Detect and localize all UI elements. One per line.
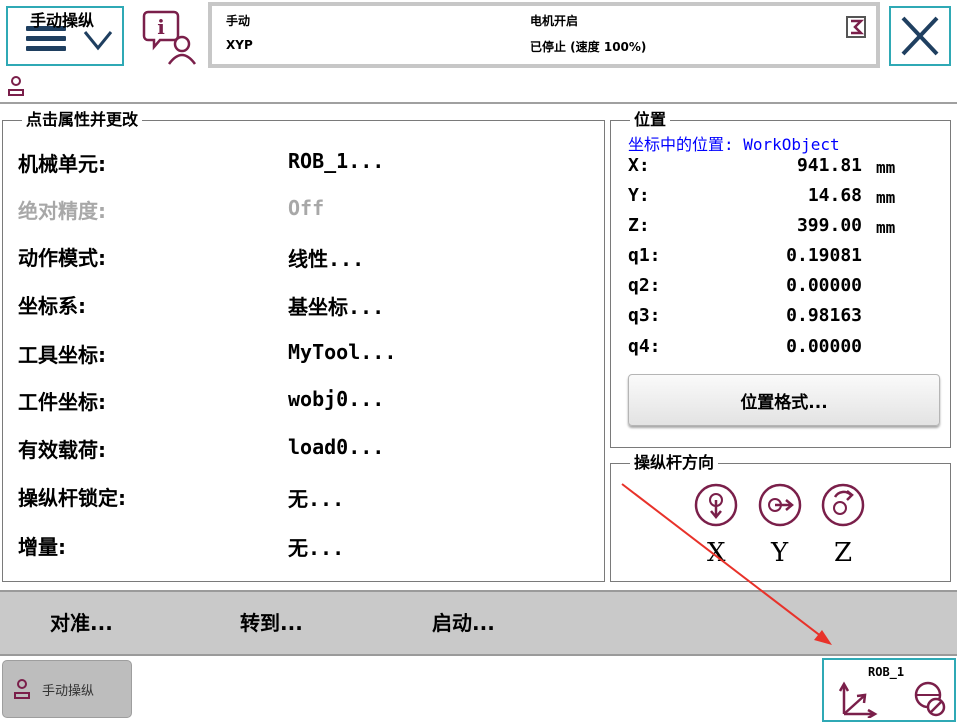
property-label: 绝对精度: — [18, 199, 106, 223]
page-title: 手动操纵 — [30, 11, 95, 30]
property-label: 增量: — [18, 535, 66, 559]
axis-label-z: Z — [834, 538, 853, 568]
status-station: XYP — [226, 38, 253, 52]
position-group-label: 位置 — [630, 111, 671, 129]
position-value: 0.19081 — [786, 245, 862, 266]
position-label: q4: — [628, 336, 661, 357]
property-value: 无... — [288, 487, 345, 511]
info-user-icon[interactable]: i — [142, 6, 202, 66]
start-button[interactable]: 启动... — [432, 607, 495, 636]
property-value: Off — [288, 196, 325, 220]
property-label: 工件坐标: — [18, 390, 106, 414]
motor-status-icon — [846, 16, 866, 38]
property-label: 操纵杆锁定: — [18, 486, 126, 510]
property-label: 动作模式: — [18, 246, 106, 270]
position-value: 0.00000 — [786, 275, 862, 296]
property-value: ROB_1... — [288, 149, 385, 173]
position-format-button[interactable]: 位置格式... — [628, 374, 940, 426]
close-button[interactable] — [889, 6, 951, 66]
close-icon — [901, 16, 939, 56]
position-label: Z: — [628, 215, 650, 236]
property-label: 机械单元: — [18, 152, 106, 176]
window-title-row — [0, 70, 957, 104]
coordinate-axes-icon — [838, 681, 878, 718]
position-value: 0.00000 — [786, 336, 862, 357]
property-value: MyTool... — [288, 340, 397, 364]
property-value: 线性... — [288, 247, 365, 271]
position-label: q3: — [628, 305, 661, 326]
position-unit: mm — [876, 188, 896, 207]
joystick-y-icon — [758, 483, 802, 527]
position-unit: mm — [876, 158, 896, 177]
property-label: 工具坐标: — [18, 343, 106, 367]
joystick-z-icon — [821, 483, 865, 527]
position-subtitle: 坐标中的位置: WorkObject — [628, 135, 840, 154]
position-label: X: — [628, 155, 650, 176]
property-value: load0... — [288, 435, 385, 459]
svg-text:i: i — [157, 15, 165, 39]
axis-label-x: X — [707, 538, 726, 568]
property-value: 基坐标... — [288, 295, 385, 319]
jog-person-icon — [14, 679, 30, 699]
axis-label-y: Y — [771, 538, 789, 568]
status-mode: 手动 — [226, 14, 251, 28]
status-state: 已停止 (速度 100%) — [530, 40, 647, 54]
properties-group-label: 点击属性并更改 — [22, 111, 143, 129]
taskbar-label: 手动操纵 — [42, 684, 95, 699]
joystick-x-icon — [694, 483, 738, 527]
position-value: 941.81 — [796, 155, 862, 176]
goto-button[interactable]: 转到... — [240, 607, 303, 636]
position-label: q1: — [628, 245, 661, 266]
property-label: 坐标系: — [18, 294, 86, 318]
position-label: q2: — [628, 275, 661, 296]
robot-name: ROB_1 — [868, 665, 905, 679]
position-value: 0.98163 — [786, 305, 862, 326]
jog-person-icon — [8, 76, 24, 96]
property-value: 无... — [288, 536, 345, 560]
status-panel[interactable]: 手动 XYP 电机开启 已停止 (速度 100%) — [208, 2, 880, 68]
property-value: wobj0... — [288, 387, 385, 411]
position-label: Y: — [628, 185, 650, 206]
position-value: 399.00 — [796, 215, 862, 236]
property-label: 有效载荷: — [18, 438, 106, 462]
position-value: 14.68 — [807, 185, 862, 206]
no-increment-icon — [914, 681, 946, 717]
joystick-group-label: 操纵杆方向 — [630, 454, 719, 472]
position-unit: mm — [876, 218, 896, 237]
align-button[interactable]: 对准... — [50, 607, 113, 636]
status-motor: 电机开启 — [530, 14, 579, 28]
